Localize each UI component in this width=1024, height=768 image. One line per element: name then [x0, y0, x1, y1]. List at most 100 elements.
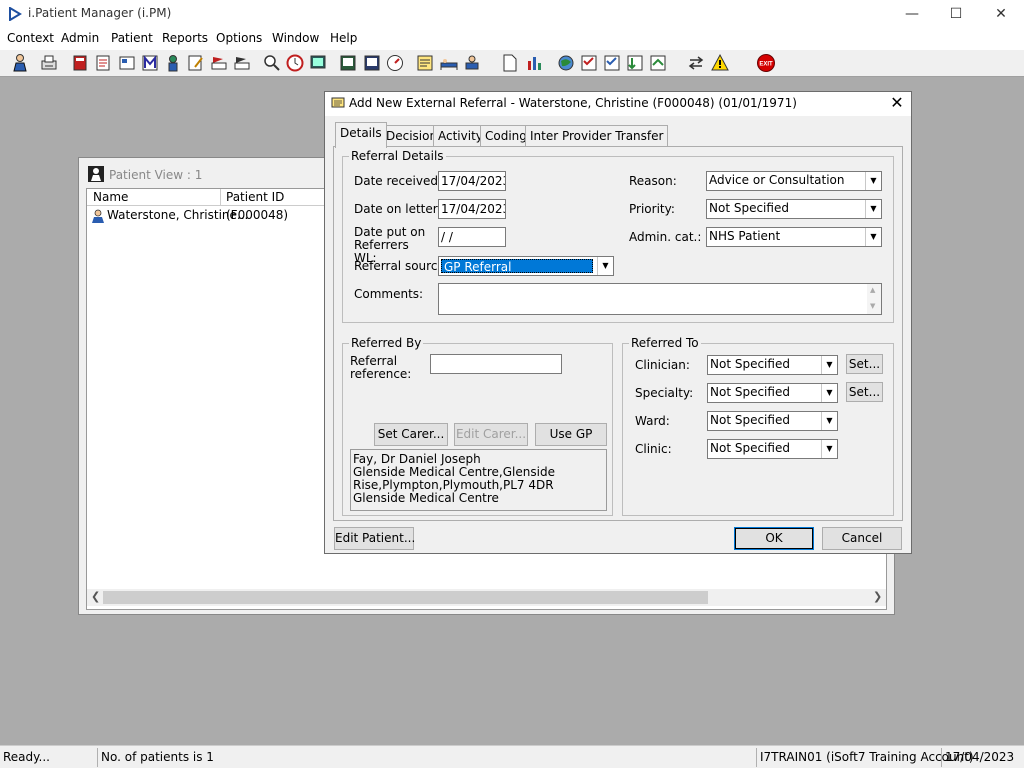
column-patient-id[interactable]: Patient ID — [226, 190, 284, 204]
column-name[interactable]: Name — [93, 190, 128, 204]
use-gp-button[interactable]: Use GP — [535, 423, 607, 446]
chevron-down-icon[interactable]: ▼ — [865, 200, 881, 218]
referral-reference-field[interactable] — [430, 354, 562, 374]
clock-icon[interactable] — [285, 53, 305, 73]
screen-icon[interactable] — [338, 53, 358, 73]
menu-context[interactable]: Context — [7, 31, 54, 45]
m-icon[interactable] — [140, 53, 160, 73]
set-carer-button[interactable]: Set Carer... — [374, 423, 448, 446]
person-icon[interactable] — [163, 53, 183, 73]
priority-select[interactable]: Not Specified ▼ — [706, 199, 882, 219]
set-specialty-button[interactable]: Set... — [846, 382, 883, 402]
cancel-button[interactable]: Cancel — [822, 527, 902, 550]
scroll-thumb[interactable] — [103, 591, 708, 604]
printer-icon[interactable] — [39, 53, 59, 73]
patient-row-id[interactable]: (F000048) — [226, 208, 288, 222]
referral-source-select[interactable]: GP Referral ▼ — [438, 256, 614, 276]
priority-label: Priority: — [629, 202, 675, 216]
notes-icon[interactable] — [93, 53, 113, 73]
chevron-down-icon[interactable]: ▼ — [821, 384, 837, 402]
monitor-icon[interactable] — [308, 53, 328, 73]
tab-details[interactable]: Details — [335, 122, 387, 148]
clinician-select[interactable]: Not Specified ▼ — [707, 355, 838, 375]
date-on-letter-field[interactable]: 17/04/2023 — [438, 199, 506, 219]
menu-options[interactable]: Options — [216, 31, 262, 45]
menu-patient[interactable]: Patient — [111, 31, 153, 45]
scroll-right-icon[interactable]: ❯ — [873, 590, 882, 603]
transfer-icon[interactable] — [686, 53, 706, 73]
patient-list-icon — [88, 166, 104, 182]
specialty-select[interactable]: Not Specified ▼ — [707, 383, 838, 403]
chevron-down-icon[interactable]: ▼ — [865, 228, 881, 246]
reason-select[interactable]: Advice or Consultation ▼ — [706, 171, 882, 191]
app-logo-icon — [9, 7, 22, 21]
admin-cat-select[interactable]: NHS Patient ▼ — [706, 227, 882, 247]
set-clinician-button[interactable]: Set... — [846, 354, 883, 374]
patient-count: No. of patients is 1 — [97, 748, 754, 767]
scroll-down-icon[interactable]: ▼ — [870, 302, 875, 310]
gauge-icon[interactable] — [385, 53, 405, 73]
clinic-select[interactable]: Not Specified ▼ — [707, 439, 838, 459]
close-button[interactable]: ✕ — [978, 0, 1024, 28]
ambulance-icon[interactable] — [462, 53, 482, 73]
edit-icon[interactable] — [186, 53, 206, 73]
menu-reports[interactable]: Reports — [162, 31, 208, 45]
column-separator[interactable] — [220, 189, 221, 206]
warning-icon[interactable] — [710, 53, 730, 73]
menu-window[interactable]: Window — [272, 31, 319, 45]
date-received-field[interactable]: 17/04/2023 — [438, 171, 506, 191]
ward-value: Not Specified — [710, 413, 790, 427]
globe-icon[interactable] — [556, 53, 576, 73]
note-icon[interactable] — [415, 53, 435, 73]
referral-details-label: Referral Details — [349, 149, 446, 163]
carer-details: Fay, Dr Daniel Joseph Glenside Medical C… — [350, 449, 607, 511]
chevron-down-icon[interactable]: ▼ — [597, 257, 613, 275]
patient-icon[interactable] — [10, 53, 30, 73]
exit-icon[interactable]: EXIT — [756, 53, 776, 73]
date-put-on-wl-field[interactable]: / / — [438, 227, 506, 247]
ward-select[interactable]: Not Specified ▼ — [707, 411, 838, 431]
edit-carer-button[interactable]: Edit Carer... — [454, 423, 528, 446]
book-icon[interactable] — [70, 53, 90, 73]
ok-button[interactable]: OK — [734, 527, 814, 550]
chevron-down-icon[interactable]: ▼ — [821, 440, 837, 458]
comments-textarea[interactable] — [438, 283, 882, 315]
flag-icon[interactable] — [209, 53, 229, 73]
specialty-label: Specialty: — [635, 386, 694, 400]
comments-scrollbar[interactable]: ▲ ▼ — [867, 284, 881, 314]
edit-patient-button[interactable]: Edit Patient... — [334, 527, 415, 550]
dialog-titlebar[interactable]: Add New External Referral - Waterstone, … — [325, 92, 911, 116]
form-icon[interactable] — [117, 53, 137, 73]
chevron-down-icon[interactable]: ▼ — [821, 356, 837, 374]
minimize-button[interactable]: — — [889, 0, 935, 28]
flag2-icon[interactable] — [232, 53, 252, 73]
search-icon[interactable] — [262, 53, 282, 73]
scroll-up-icon[interactable]: ▲ — [870, 286, 875, 294]
list2-icon[interactable] — [602, 53, 622, 73]
patient-row-icon — [92, 209, 104, 223]
exit-label: EXIT — [759, 62, 773, 68]
menubar: Context Admin Patient Reports Options Wi… — [0, 28, 1024, 50]
chart-icon[interactable] — [525, 53, 545, 73]
menu-help[interactable]: Help — [330, 31, 357, 45]
referral-details-group: Referral Details Date received: 17/04/20… — [342, 149, 894, 323]
list3-icon[interactable] — [625, 53, 645, 73]
bed-icon[interactable] — [439, 53, 459, 73]
scroll-left-icon[interactable]: ❮ — [91, 590, 100, 603]
maximize-button[interactable]: ☐ — [933, 0, 979, 28]
document-icon[interactable] — [500, 53, 520, 73]
details-panel: Referral Details Date received: 17/04/20… — [333, 146, 903, 521]
admin-cat-value: NHS Patient — [709, 229, 781, 243]
referral-source-value: GP Referral — [441, 259, 593, 274]
list4-icon[interactable] — [648, 53, 668, 73]
horizontal-scrollbar[interactable]: ❮ ❯ — [87, 589, 886, 606]
status-text: Ready... — [3, 750, 50, 764]
dialog-close-button[interactable]: ✕ — [883, 92, 911, 116]
menu-admin[interactable]: Admin — [61, 31, 99, 45]
chevron-down-icon[interactable]: ▼ — [865, 172, 881, 190]
tab-inter-provider-transfer[interactable]: Inter Provider Transfer — [525, 125, 669, 147]
screen2-icon[interactable] — [362, 53, 382, 73]
list-icon[interactable] — [579, 53, 599, 73]
comments-label: Comments: — [354, 287, 424, 301]
chevron-down-icon[interactable]: ▼ — [821, 412, 837, 430]
